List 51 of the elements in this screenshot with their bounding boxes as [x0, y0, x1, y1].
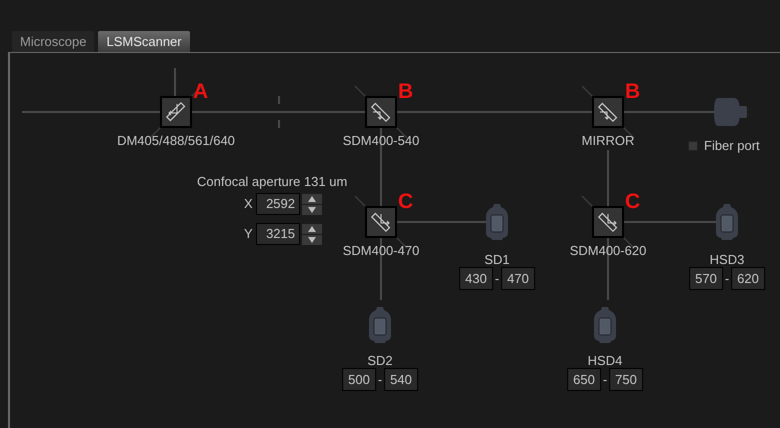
mirror-icon [597, 211, 619, 233]
fiber-port-checkbox[interactable] [688, 140, 698, 151]
detector-label: SD2 [367, 352, 393, 370]
range-field[interactable]: 570 [689, 267, 723, 290]
range-dash: - [494, 270, 500, 288]
marker-letter: C [625, 191, 640, 212]
spinner[interactable] [302, 224, 322, 244]
range-field[interactable]: 620 [731, 267, 765, 290]
mirror-button[interactable] [592, 206, 624, 238]
detector-icon [485, 203, 509, 241]
range-field[interactable]: 540 [384, 368, 418, 391]
detector-icon [593, 306, 617, 344]
aperture-label: Confocal aperture 131 um [197, 173, 348, 191]
mirror-label: DM405/488/561/640 [117, 132, 235, 150]
axis-label: Y [244, 225, 254, 244]
range-field[interactable]: 500 [342, 368, 376, 391]
mirror-label: MIRROR [582, 132, 634, 150]
detector-label: SD1 [484, 251, 510, 269]
detector-icon [715, 203, 739, 241]
mirror-label: SDM400-470 [342, 242, 420, 260]
mirror-button[interactable] [365, 206, 397, 238]
range-field[interactable]: 430 [459, 267, 493, 290]
range-field[interactable]: 750 [609, 368, 643, 391]
mirror-icon [370, 101, 392, 123]
axis-label: X [244, 195, 254, 214]
range-dash: - [724, 270, 730, 288]
tab[interactable]: LSMScanner [98, 31, 190, 52]
range-dash: - [378, 370, 382, 389]
range-field[interactable]: 650 [567, 368, 601, 391]
aperture-field[interactable]: 2592 [256, 193, 300, 215]
mirror-icon [165, 101, 187, 123]
detector-label: HSD3 [710, 251, 744, 269]
mirror-icon [597, 101, 619, 123]
checkbox-label: Fiber port [704, 137, 760, 155]
mirror-button[interactable] [365, 96, 397, 128]
mirror-button[interactable] [160, 96, 192, 128]
marker-letter: B [398, 81, 414, 102]
mirror-label: SDM400-540 [342, 132, 420, 150]
mirror-label: SDM400-620 [570, 242, 646, 260]
detector-icon [368, 306, 392, 344]
range-dash: - [602, 370, 608, 389]
mirror-icon [370, 211, 392, 233]
marker-letter: C [398, 191, 414, 212]
mirror-button[interactable] [592, 96, 624, 128]
marker-letter: A [193, 81, 208, 102]
aperture-field[interactable]: 3215 [256, 223, 300, 245]
range-field[interactable]: 470 [501, 267, 535, 290]
tab[interactable]: Microscope [12, 31, 94, 52]
detector-label: HSD4 [588, 352, 622, 370]
spinner[interactable] [302, 194, 322, 214]
marker-letter: B [625, 81, 640, 102]
